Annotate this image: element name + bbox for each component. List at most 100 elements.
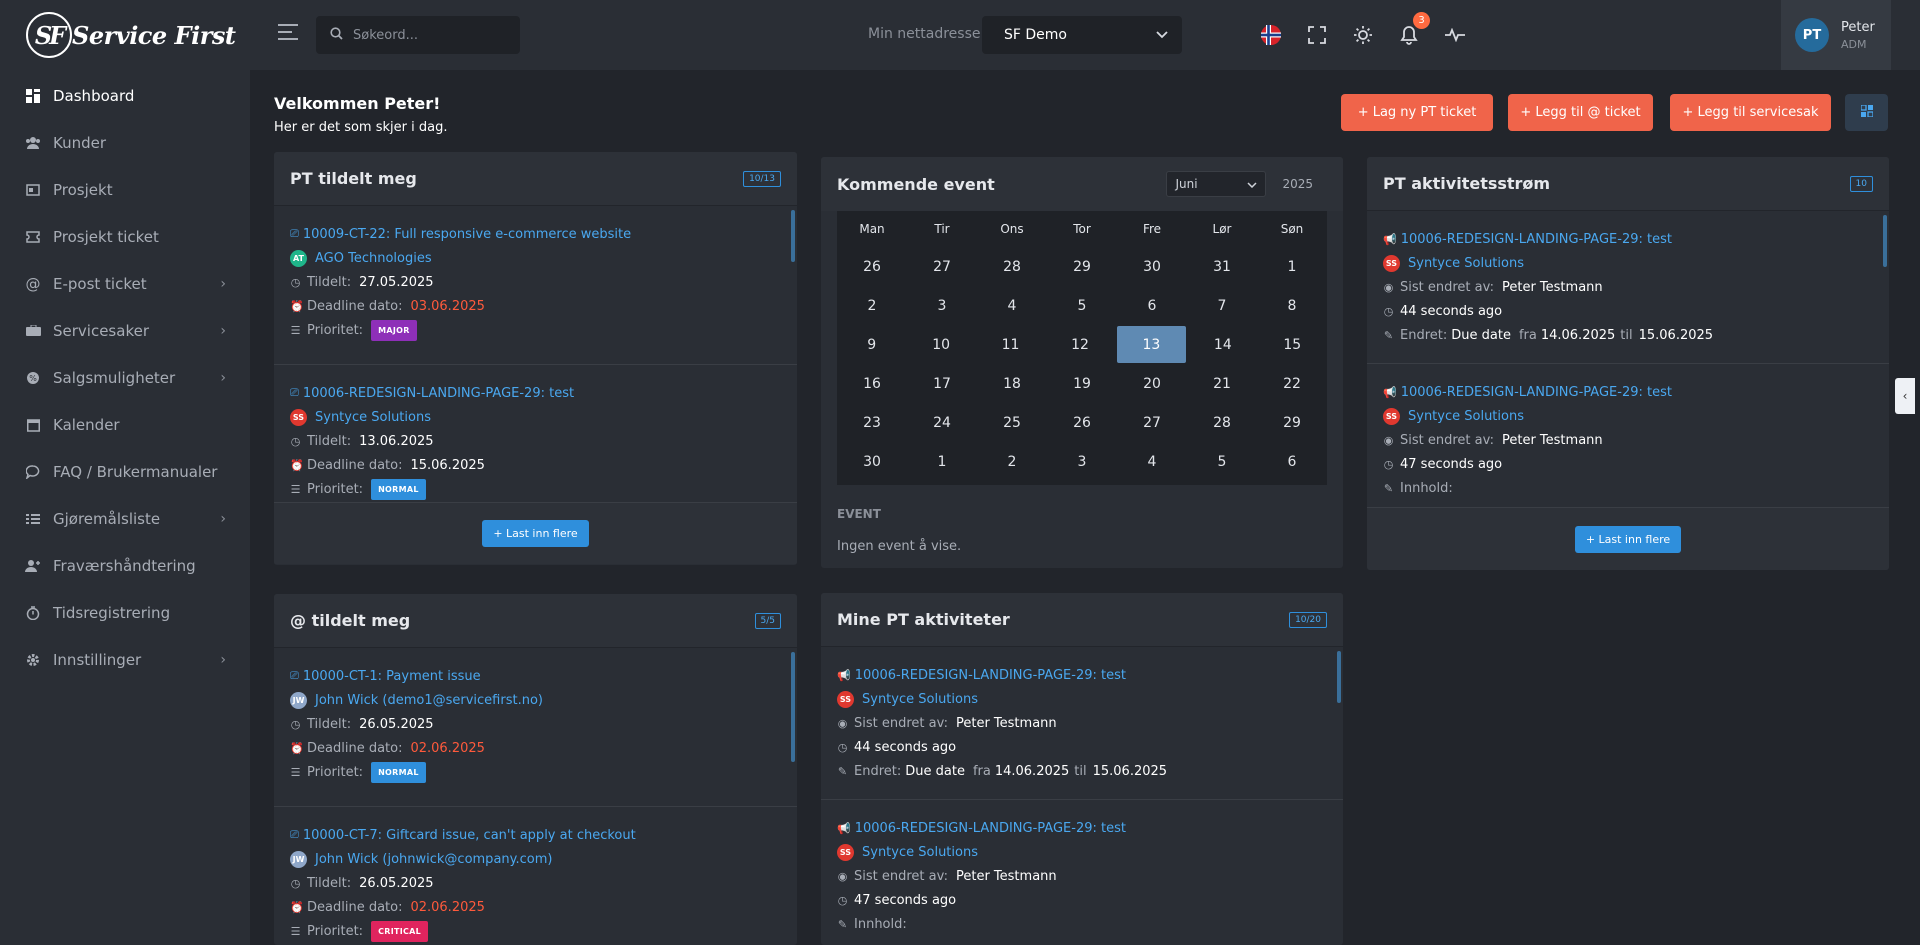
add-at-ticket-button[interactable]: + Legg til @ ticket	[1508, 94, 1653, 131]
calendar-day[interactable]: 10	[906, 326, 975, 363]
scrollbar[interactable]	[791, 652, 795, 762]
scrollbar[interactable]	[1883, 215, 1887, 267]
calendar-day[interactable]: 22	[1257, 365, 1327, 402]
calendar-day[interactable]: 27	[907, 248, 977, 285]
ticket-link[interactable]: 10000-CT-1: Payment issue	[303, 669, 481, 684]
sidebar-item-prosjekt[interactable]: Prosjekt	[0, 166, 250, 213]
card-title: Mine PT aktiviteter	[837, 610, 1010, 629]
ticket-link[interactable]: 10006-REDESIGN-LANDING-PAGE-29: test	[1401, 232, 1672, 247]
load-more-button[interactable]: + Last inn flere	[482, 520, 589, 547]
sidebar-item-tidsregistrering[interactable]: Tidsregistrering	[0, 589, 250, 636]
sidebar-item-servicesaker[interactable]: Servicesaker ›	[0, 307, 250, 354]
calendar-day[interactable]: 1	[907, 443, 977, 480]
calendar-day-today[interactable]: 13	[1116, 326, 1187, 363]
new-pt-ticket-button[interactable]: + Lag ny PT ticket	[1341, 94, 1493, 131]
menu-toggle-button[interactable]	[278, 24, 300, 46]
calendar-day[interactable]: 11	[976, 326, 1045, 363]
calendar-day[interactable]: 23	[837, 404, 907, 441]
ticket-link[interactable]: 10006-REDESIGN-LANDING-PAGE-29: test	[855, 668, 1126, 683]
calendar-day[interactable]: 29	[1257, 404, 1327, 441]
calendar-day[interactable]: 16	[837, 365, 907, 402]
calendar-day[interactable]: 4	[1117, 443, 1187, 480]
calendar-day[interactable]: 3	[907, 287, 977, 324]
calendar-day[interactable]: 20	[1117, 365, 1187, 402]
calendar-day[interactable]: 31	[1187, 248, 1257, 285]
card-body[interactable]: ⎚ 10009-CT-22: Full responsive e-commerce…	[274, 206, 797, 502]
ticket-link[interactable]: 10000-CT-7: Giftcard issue, can't apply …	[303, 828, 636, 843]
sidebar-item-prosjekt-ticket[interactable]: Prosjekt ticket	[0, 213, 250, 260]
calendar-day[interactable]: 19	[1047, 365, 1117, 402]
layout-grid-button[interactable]	[1845, 94, 1888, 131]
load-more-button[interactable]: + Last inn flere	[1574, 525, 1682, 553]
scrollbar[interactable]	[1337, 651, 1341, 703]
calendar-day[interactable]: 18	[977, 365, 1047, 402]
sidebar-item-faq[interactable]: FAQ / Brukermanualer	[0, 448, 250, 495]
calendar-day[interactable]: 28	[1187, 404, 1257, 441]
calendar-day[interactable]: 2	[977, 443, 1047, 480]
card-body[interactable]: 📢 10006-REDESIGN-LANDING-PAGE-29: test SS…	[821, 647, 1343, 945]
search-input[interactable]	[353, 27, 503, 43]
ticket-link[interactable]: 10006-REDESIGN-LANDING-PAGE-29: test	[303, 386, 574, 401]
card-body[interactable]: ⎚ 10000-CT-1: Payment issue JW John Wick (…	[274, 648, 797, 945]
calendar-day[interactable]: 7	[1187, 287, 1257, 324]
calendar-day[interactable]: 4	[977, 287, 1047, 324]
language-flag-icon[interactable]	[1258, 22, 1284, 48]
calendar-day[interactable]: 2	[837, 287, 907, 324]
customer-link[interactable]: AGO Technologies	[315, 251, 432, 266]
customer-link[interactable]: Syntyce Solutions	[862, 845, 978, 860]
sidebar-item-innstillinger[interactable]: Innstillinger ›	[0, 636, 250, 683]
calendar-day[interactable]: 28	[977, 248, 1047, 285]
collapse-panel-button[interactable]: ‹	[1895, 378, 1915, 414]
ticket-link[interactable]: 10009-CT-22: Full responsive e-commerce …	[303, 227, 631, 242]
calendar-day[interactable]: 27	[1117, 404, 1187, 441]
calendar-day[interactable]: 5	[1047, 287, 1117, 324]
calendar-day[interactable]: 29	[1047, 248, 1117, 285]
sidebar-item-kalender[interactable]: Kalender	[0, 401, 250, 448]
fullscreen-icon[interactable]	[1304, 22, 1330, 48]
customer-link[interactable]: Syntyce Solutions	[315, 410, 431, 425]
calendar-day[interactable]: 15	[1258, 326, 1327, 363]
sidebar-item-gjoremalsliste[interactable]: Gjøremålsliste ›	[0, 495, 250, 542]
customer-link[interactable]: Syntyce Solutions	[1408, 256, 1524, 271]
calendar-day[interactable]: 30	[837, 443, 907, 480]
site-select[interactable]: SF Demo	[982, 16, 1182, 54]
sidebar-item-dashboard[interactable]: Dashboard	[0, 72, 250, 119]
customer-link[interactable]: John Wick (demo1@servicefirst.no)	[315, 693, 543, 708]
calendar-day[interactable]: 3	[1047, 443, 1117, 480]
customer-link[interactable]: Syntyce Solutions	[1408, 409, 1524, 424]
ticket-link[interactable]: 10006-REDESIGN-LANDING-PAGE-29: test	[1401, 385, 1672, 400]
chevron-right-icon: ›	[220, 369, 226, 386]
calendar-day[interactable]: 6	[1257, 443, 1327, 480]
calendar-day[interactable]: 12	[1045, 326, 1114, 363]
ticket-link[interactable]: 10006-REDESIGN-LANDING-PAGE-29: test	[855, 821, 1126, 836]
calendar-day[interactable]: 1	[1257, 248, 1327, 285]
calendar-day[interactable]: 21	[1187, 365, 1257, 402]
calendar-day[interactable]: 25	[977, 404, 1047, 441]
year-label: 2025	[1282, 177, 1313, 191]
calendar-day[interactable]: 8	[1257, 287, 1327, 324]
scrollbar[interactable]	[791, 210, 795, 262]
calendar-day[interactable]: 5	[1187, 443, 1257, 480]
calendar-day[interactable]: 6	[1117, 287, 1187, 324]
calendar-day[interactable]: 24	[907, 404, 977, 441]
calendar-day[interactable]: 9	[837, 326, 906, 363]
calendar-day[interactable]: 17	[907, 365, 977, 402]
add-service-case-button[interactable]: + Legg til servicesak	[1670, 94, 1831, 131]
user-menu[interactable]: PT Peter ADM	[1781, 0, 1891, 70]
sidebar-item-fravaer[interactable]: Fraværshåndtering	[0, 542, 250, 589]
notification-bell-icon[interactable]: 3	[1396, 12, 1430, 48]
calendar-day[interactable]: 26	[1047, 404, 1117, 441]
sidebar-item-epost-ticket[interactable]: @ E-post ticket ›	[0, 260, 250, 307]
month-select[interactable]: Juni	[1166, 171, 1267, 197]
card-body[interactable]: 📢 10006-REDESIGN-LANDING-PAGE-29: test SS…	[1367, 211, 1889, 507]
theme-sun-icon[interactable]	[1350, 22, 1376, 48]
customer-link[interactable]: Syntyce Solutions	[862, 692, 978, 707]
sidebar-item-kunder[interactable]: Kunder	[0, 119, 250, 166]
customer-link[interactable]: John Wick (johnwick@company.com)	[315, 852, 552, 867]
logo[interactable]: SF Service First	[0, 0, 250, 70]
activity-pulse-icon[interactable]	[1442, 22, 1468, 48]
calendar-day[interactable]: 30	[1117, 248, 1187, 285]
calendar-day[interactable]: 14	[1188, 326, 1257, 363]
sidebar-item-salgsmuligheter[interactable]: % Salgsmuligheter ›	[0, 354, 250, 401]
calendar-day[interactable]: 26	[837, 248, 907, 285]
